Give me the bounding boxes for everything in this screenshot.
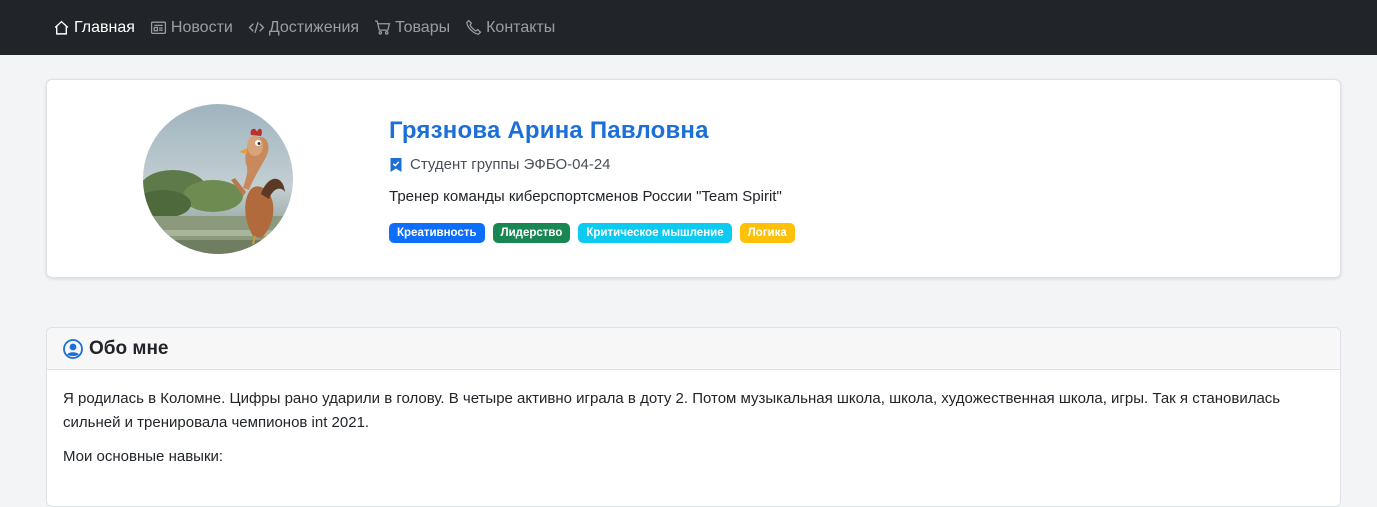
cart-icon	[374, 19, 391, 36]
profile-card: Грязнова Арина Павловна Студент группы Э…	[46, 79, 1341, 278]
skills-label: Мои основные навыки:	[63, 448, 224, 465]
profile-name: Грязнова Арина Павловна	[389, 117, 709, 144]
about-paragraph: Я родилась в Коломне. Цифры рано ударили…	[63, 390, 1281, 431]
bookmark-icon	[389, 157, 403, 173]
skill-badges: Креативность Лидерство Критическое мышле…	[389, 223, 803, 243]
nav-item-label: Главная	[74, 18, 135, 36]
about-header: Обо мне	[47, 328, 1340, 370]
about-title: Обо мне	[89, 337, 169, 359]
nav-item-label: Товары	[395, 18, 451, 36]
newspaper-icon	[150, 19, 167, 36]
nav-item-home[interactable]: Главная	[53, 19, 135, 37]
about-body: Я родилась в Коломне. Цифры рано ударили…	[47, 370, 1340, 469]
nav-item-achievements[interactable]: Достижения	[248, 19, 359, 37]
badge-critical-thinking: Критическое мышление	[578, 223, 732, 243]
nav-item-label: Контакты	[486, 18, 556, 36]
profile-role: Тренер команды киберспортсменов России "…	[389, 188, 782, 205]
house-icon	[53, 19, 70, 36]
avatar	[143, 104, 293, 254]
person-circle-icon	[63, 338, 83, 359]
badge-creativity: Креативность	[389, 223, 485, 243]
top-navbar: Главная Новости Достижения Товары Контак…	[0, 0, 1377, 55]
badge-logic: Логика	[739, 223, 795, 243]
nav-item-products[interactable]: Товары	[374, 19, 450, 37]
about-card: Обо мне Я родилась в Коломне. Цифры рано…	[46, 327, 1341, 507]
code-icon	[248, 19, 265, 36]
avatar-image	[143, 104, 293, 254]
nav-item-news[interactable]: Новости	[150, 19, 233, 37]
nav-item-contacts[interactable]: Контакты	[465, 19, 555, 37]
profile-group-text: Студент группы ЭФБО-04-24	[410, 156, 611, 173]
nav-item-label: Достижения	[268, 18, 360, 36]
phone-icon	[465, 19, 482, 36]
nav-item-label: Новости	[170, 18, 233, 36]
profile-info: Грязнова Арина Павловна Студент группы Э…	[389, 116, 803, 243]
badge-leadership: Лидерство	[492, 223, 571, 243]
profile-group: Студент группы ЭФБО-04-24	[389, 155, 803, 175]
